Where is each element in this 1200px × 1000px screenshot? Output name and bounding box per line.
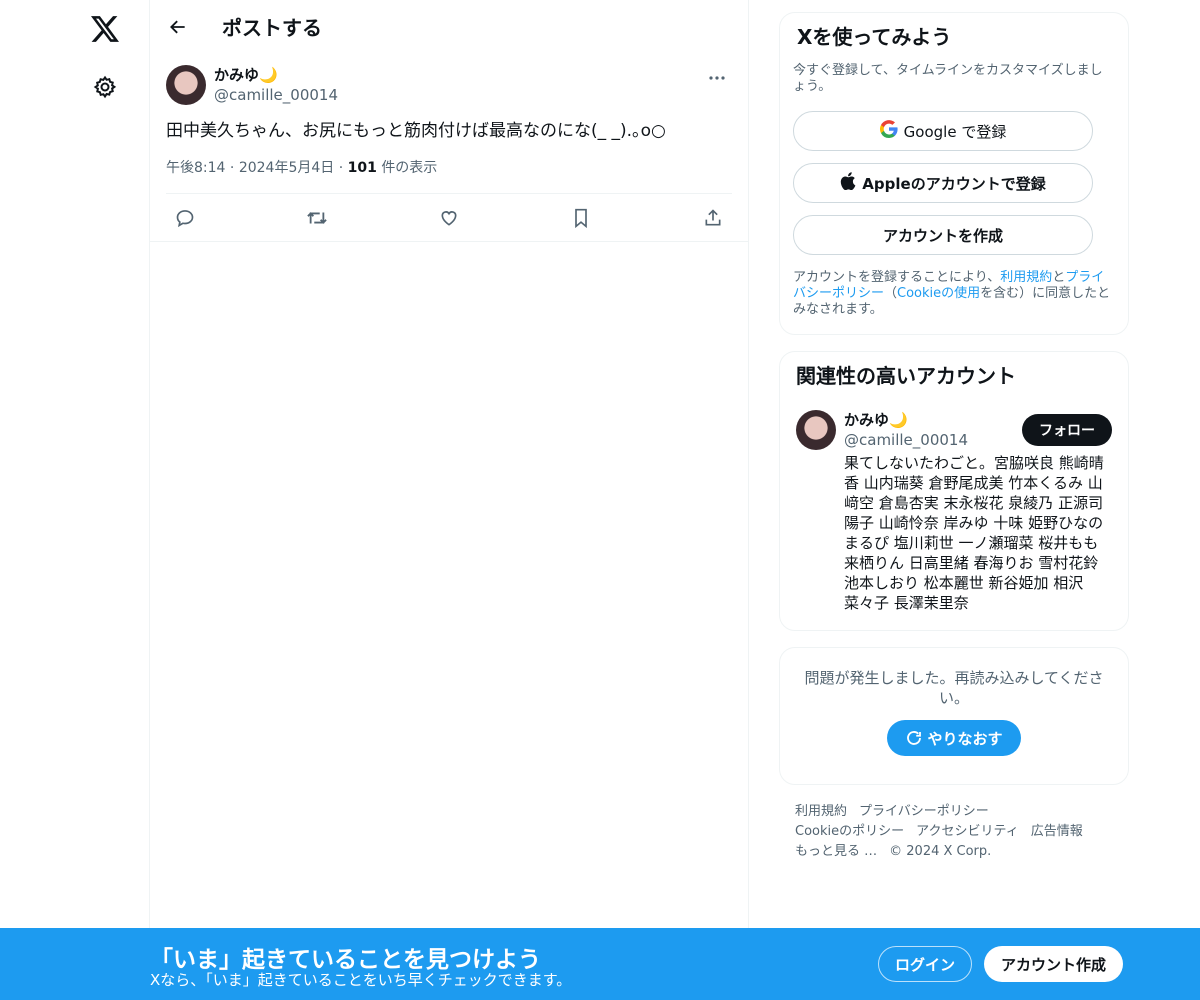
tweet-date[interactable]: 2024年5月4日 [239, 160, 334, 176]
views-count: 101 [347, 160, 377, 176]
tweet-text: 田中美久ちゃん、お尻にもっと筋肉付けば最高なのにな(_ _).｡o○ [166, 121, 666, 141]
right-sidebar: Xを使ってみよう 今すぐ登録して、タイムラインをカスタマイズしましょう。 Goo… [779, 12, 1129, 862]
legal-text: アカウントを登録することにより、 [793, 270, 1001, 285]
related-names: かみゆ🌙 @camille_00014 [844, 410, 968, 450]
tweet-time[interactable]: 午後8:14 [166, 160, 225, 176]
avatar[interactable] [166, 65, 206, 105]
avatar[interactable] [796, 410, 836, 450]
footer-row: 利用規約 プライバシーポリシー [795, 802, 1129, 822]
footer-link[interactable]: 利用規約 [795, 804, 847, 819]
top-bar: ポストする [150, 0, 748, 53]
reply-icon[interactable] [170, 203, 200, 233]
apple-icon [840, 172, 856, 194]
terms-link[interactable]: 利用規約 [1000, 270, 1052, 285]
display-name[interactable]: かみゆ🌙 [844, 410, 968, 430]
error-text: 問題が発生しました。再読み込みしてください。 [804, 669, 1104, 707]
signup-title: Xを使ってみよう [797, 25, 952, 49]
arrow-left-icon[interactable] [160, 9, 196, 45]
more-icon[interactable] [702, 63, 732, 93]
signup-card: Xを使ってみよう 今すぐ登録して、タイムラインをカスタマイズしましょう。 Goo… [779, 12, 1129, 335]
signup-subtitle: 今すぐ登録して、タイムラインをカスタマイズしましょう。 [793, 63, 1103, 94]
footer-link[interactable]: プライバシーポリシー [859, 804, 989, 819]
footer-link[interactable]: アクセシビリティ [916, 824, 1019, 839]
footer-link[interactable]: 広告情報 [1031, 824, 1083, 839]
legal-text: （ [884, 286, 898, 301]
copyright: © 2024 X Corp. [889, 844, 992, 859]
author-names: かみゆ🌙 @camille_00014 [214, 65, 338, 105]
google-signup-label: Google で登録 [903, 122, 1007, 141]
retry-label: やりなおす [927, 729, 1003, 748]
signup-buttons: Google で登録 Appleのアカウントで登録 アカウントを作成 [793, 111, 1115, 255]
google-icon [879, 120, 898, 142]
follow-button[interactable]: フォロー [1022, 414, 1112, 446]
left-nav [0, 0, 150, 1000]
main-column: ポストする かみゆ🌙 @camille_00014 田中美久ちゃん、お尻にもっと… [150, 0, 749, 1000]
footer-link[interactable]: もっと見る … [795, 844, 877, 859]
banner-subtitle: Xなら、「いま」起きていることをいち早くチェックできます。 [150, 971, 572, 989]
legal-text: と [1052, 270, 1066, 285]
related-account-head: かみゆ🌙 @camille_00014 フォロー [844, 410, 1112, 450]
related-accounts-card: 関連性の高いアカウント かみゆ🌙 @camille_00014 フォロー 果てし… [779, 351, 1129, 631]
apple-signup-button[interactable]: Appleのアカウントで登録 [793, 163, 1093, 203]
refresh-icon [907, 731, 922, 745]
signup-legal: アカウントを登録することにより、利用規約とプライバシーポリシー（Cookieの使… [793, 270, 1115, 318]
retweet-icon[interactable] [302, 203, 332, 233]
related-title: 関連性の高いアカウント [796, 364, 1016, 388]
footer: 利用規約 プライバシーポリシー Cookieのポリシー アクセシビリティ 広告情報 も… [779, 802, 1129, 862]
share-icon[interactable] [698, 203, 728, 233]
retry-button[interactable]: やりなおす [887, 720, 1021, 756]
banner-create-account-button[interactable]: アカウント作成 [984, 946, 1123, 982]
footer-link[interactable]: Cookieのポリシー [795, 824, 904, 839]
create-account-button[interactable]: アカウントを作成 [793, 215, 1093, 255]
related-account-body: かみゆ🌙 @camille_00014 フォロー 果てしないたわごと。宮脇咲良 … [844, 410, 1112, 613]
page-title: ポストする [222, 16, 322, 40]
tweet-author: かみゆ🌙 @camille_00014 [166, 65, 732, 105]
bottom-banner: 「いま」起きていることを見つけよう Xなら、「いま」起きていることをいち早くチェ… [0, 928, 1200, 1000]
views-label: 件の表示 [381, 160, 438, 176]
google-signup-button[interactable]: Google で登録 [793, 111, 1093, 151]
like-icon[interactable] [434, 203, 464, 233]
bookmark-icon[interactable] [566, 203, 596, 233]
x-logo-icon[interactable] [88, 12, 122, 46]
apple-signup-label: Appleのアカウントで登録 [862, 174, 1046, 193]
gear-icon[interactable] [88, 70, 122, 104]
login-button[interactable]: ログイン [878, 946, 972, 982]
tweet-meta: 午後8:14 · 2024年5月4日 · 101 件の表示 [166, 157, 732, 194]
related-account[interactable]: かみゆ🌙 @camille_00014 フォロー 果てしないたわごと。宮脇咲良 … [796, 410, 1112, 613]
meta-separator: · [229, 160, 235, 176]
tweet-actions [150, 194, 748, 242]
error-card: 問題が発生しました。再読み込みしてください。 やりなおす [779, 647, 1129, 785]
handle[interactable]: @camille_00014 [844, 430, 968, 450]
display-name[interactable]: かみゆ🌙 [214, 65, 338, 85]
handle[interactable]: @camille_00014 [214, 85, 338, 105]
cookie-link[interactable]: Cookieの使用 [897, 286, 980, 301]
bio: 果てしないたわごと。宮脇咲良 熊崎晴香 山内瑞葵 倉野尾成美 竹本くるみ 山﨑空… [844, 454, 1104, 612]
meta-separator: · [338, 160, 344, 176]
footer-row: もっと見る … © 2024 X Corp. [795, 842, 1129, 862]
footer-row: Cookieのポリシー アクセシビリティ 広告情報 [795, 822, 1129, 842]
tweet: かみゆ🌙 @camille_00014 田中美久ちゃん、お尻にもっと筋肉付けば最… [150, 53, 748, 242]
